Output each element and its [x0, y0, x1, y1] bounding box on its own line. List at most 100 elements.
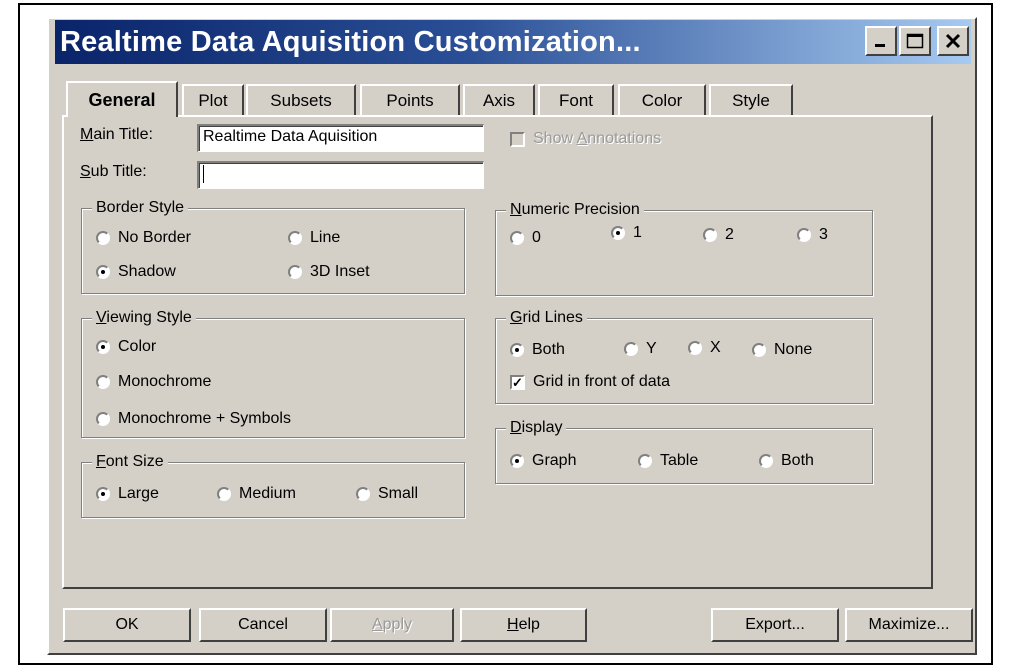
- tab-color[interactable]: Color: [618, 84, 706, 116]
- radio-label: Color: [118, 338, 157, 355]
- radio-grid-none[interactable]: None: [752, 341, 812, 359]
- radio-label: None: [774, 341, 813, 358]
- tab-label: Color: [641, 91, 683, 110]
- radio-dot: [288, 265, 302, 279]
- radio-line[interactable]: Line: [288, 229, 340, 247]
- grid-in-front-label: Grid in front of data: [533, 373, 670, 390]
- radio-dot: [703, 228, 717, 242]
- tab-points[interactable]: Points: [360, 84, 460, 116]
- radio-label: Both: [781, 452, 814, 469]
- radio-display-table[interactable]: Table: [638, 452, 698, 470]
- tab-label: General: [88, 89, 156, 110]
- radio-label: Line: [310, 229, 341, 246]
- radio-dot: [356, 487, 370, 501]
- cancel-button[interactable]: Cancel: [199, 608, 327, 642]
- button-label: Maximize...: [868, 616, 950, 633]
- radio-grid-x[interactable]: X: [688, 339, 721, 357]
- tab-label: Plot: [198, 91, 228, 110]
- tab-font[interactable]: Font: [538, 84, 614, 116]
- radio-label: 3: [819, 226, 828, 243]
- display-title: Display: [506, 418, 567, 438]
- tab-general[interactable]: General: [66, 81, 178, 117]
- radio-3d-inset[interactable]: 3D Inset: [288, 263, 370, 281]
- radio-dot: [752, 343, 766, 357]
- show-annotations-checkbox[interactable]: Show Annotations: [510, 130, 661, 148]
- button-label: Help: [507, 616, 540, 633]
- radio-precision-1[interactable]: 1: [611, 224, 642, 242]
- radio-dot: [96, 412, 110, 426]
- radio-display-graph[interactable]: Graph: [510, 452, 576, 470]
- maximize-dialog-button[interactable]: Maximize...: [845, 608, 973, 642]
- tab-style[interactable]: Style: [709, 84, 793, 116]
- button-label: Export...: [745, 616, 805, 633]
- radio-dot: [96, 340, 110, 354]
- radio-label: Both: [532, 341, 565, 358]
- radio-precision-2[interactable]: 2: [703, 226, 734, 244]
- border-style-title: Border Style: [92, 198, 189, 218]
- radio-dot: [96, 375, 110, 389]
- radio-dot: [96, 265, 110, 279]
- radio-dot: [217, 487, 231, 501]
- radio-label: Shadow: [118, 263, 176, 280]
- radio-no-border[interactable]: No Border: [96, 229, 191, 247]
- radio-label: Graph: [532, 452, 577, 469]
- button-label: Apply: [371, 616, 413, 633]
- radio-dot: [96, 487, 110, 501]
- tab-label: Font: [558, 91, 594, 110]
- radio-monochrome[interactable]: Monochrome: [96, 373, 211, 391]
- tab-axis[interactable]: Axis: [463, 84, 535, 116]
- export-button[interactable]: Export...: [711, 608, 839, 642]
- radio-dot: [611, 226, 625, 240]
- main-title-input[interactable]: Realtime Data Aquisition: [197, 124, 484, 152]
- help-button[interactable]: Help: [460, 608, 587, 642]
- radio-label: Monochrome: [118, 373, 212, 390]
- radio-dot: [96, 231, 110, 245]
- maximize-icon: [906, 33, 924, 49]
- radio-label: Medium: [239, 485, 296, 502]
- minimize-button[interactable]: [865, 26, 897, 56]
- radio-label: X: [710, 339, 721, 356]
- radio-display-both[interactable]: Both: [759, 452, 814, 470]
- apply-button[interactable]: Apply: [330, 608, 454, 642]
- radio-label: Monochrome + Symbols: [118, 410, 291, 427]
- main-title-label: Main Title:: [80, 126, 153, 143]
- radio-large[interactable]: Large: [96, 485, 159, 503]
- radio-dot: [624, 342, 638, 356]
- sub-title-input[interactable]: [197, 161, 484, 189]
- radio-shadow[interactable]: Shadow: [96, 263, 176, 281]
- radio-small[interactable]: Small: [356, 485, 418, 503]
- viewing-style-title: Viewing Style: [92, 308, 196, 328]
- window-title: Realtime Data Aquisition Customization..…: [60, 26, 641, 58]
- radio-color[interactable]: Color: [96, 338, 156, 356]
- button-label: OK: [115, 616, 139, 633]
- radio-monochrome-symbols[interactable]: Monochrome + Symbols: [96, 410, 291, 428]
- radio-grid-both[interactable]: Both: [510, 341, 565, 359]
- border-style-group: Border Style: [81, 198, 465, 294]
- radio-dot: [510, 231, 524, 245]
- text-caret: [203, 164, 204, 183]
- ok-button[interactable]: OK: [63, 608, 191, 642]
- grid-lines-title: Grid Lines: [506, 308, 587, 328]
- radio-dot: [510, 343, 524, 357]
- tab-subsets[interactable]: Subsets: [246, 84, 356, 116]
- radio-label: No Border: [118, 229, 191, 246]
- close-icon: [945, 33, 961, 49]
- close-button[interactable]: [937, 26, 969, 56]
- grid-lines-group: Grid Lines: [495, 308, 873, 404]
- radio-dot: [759, 454, 773, 468]
- radio-precision-3[interactable]: 3: [797, 226, 828, 244]
- sub-title-label: Sub Title:: [80, 163, 147, 180]
- radio-grid-y[interactable]: Y: [624, 340, 657, 358]
- radio-label: Small: [378, 485, 419, 502]
- radio-dot: [510, 454, 524, 468]
- grid-in-front-checkbox[interactable]: ✓ Grid in front of data: [510, 373, 670, 391]
- checkbox-box: [510, 131, 525, 147]
- maximize-button[interactable]: [899, 26, 931, 56]
- button-label: Cancel: [238, 616, 288, 633]
- tab-plot[interactable]: Plot: [182, 84, 244, 116]
- radio-medium[interactable]: Medium: [217, 485, 296, 503]
- radio-precision-0[interactable]: 0: [510, 229, 541, 247]
- radio-dot: [797, 228, 811, 242]
- tab-label: Subsets: [270, 91, 332, 110]
- radio-label: 2: [725, 226, 734, 243]
